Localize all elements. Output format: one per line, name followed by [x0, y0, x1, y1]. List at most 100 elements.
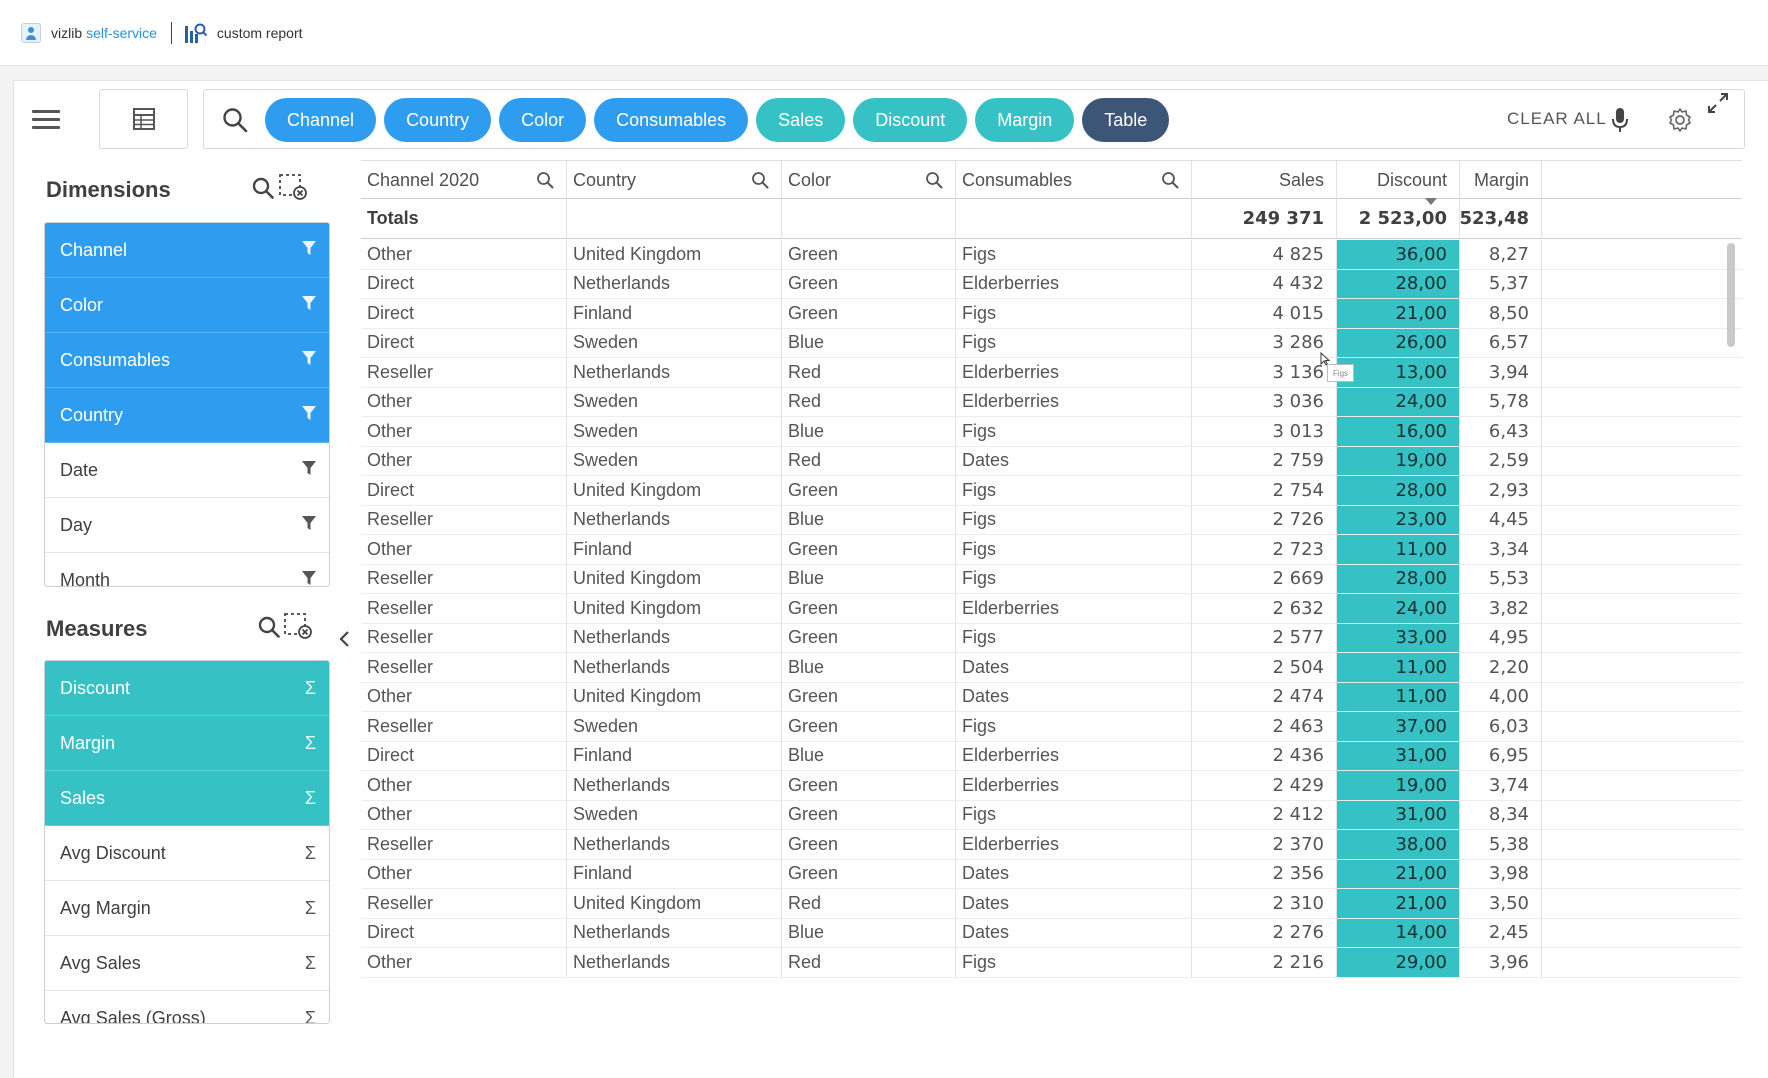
- table-row[interactable]: Other United Kingdom Green Figs 4 825 36,00 8,…: [361, 240, 1742, 270]
- microphone-icon[interactable]: [1611, 107, 1629, 133]
- cell-consumables[interactable]: Dates: [956, 446, 1192, 475]
- cell-channel-2020[interactable]: Direct: [361, 741, 567, 770]
- sigma-icon[interactable]: Σ: [305, 953, 316, 974]
- table-row[interactable]: Direct United Kingdom Green Figs 2 754 28,00 2…: [361, 476, 1742, 506]
- cell-sales[interactable]: 3 136: [1192, 358, 1337, 387]
- cell-consumables[interactable]: Elderberries: [956, 830, 1192, 859]
- cell-consumables[interactable]: Dates: [956, 918, 1192, 947]
- cell-discount[interactable]: 29,00: [1337, 948, 1460, 977]
- cell-channel-2020[interactable]: Other: [361, 682, 567, 711]
- cell-sales[interactable]: 2 504: [1192, 653, 1337, 682]
- cell-channel-2020[interactable]: Reseller: [361, 712, 567, 741]
- chip-channel[interactable]: Channel: [265, 98, 377, 142]
- cell-discount[interactable]: 28,00: [1337, 269, 1460, 298]
- cell-discount[interactable]: 14,00: [1337, 918, 1460, 947]
- table-view-button[interactable]: [99, 89, 188, 149]
- dimensions-item-month[interactable]: Month: [45, 553, 329, 586]
- table-row[interactable]: Reseller Sweden Green Figs 2 463 37,00 6,03: [361, 712, 1742, 742]
- cell-discount[interactable]: 31,00: [1337, 800, 1460, 829]
- table-row[interactable]: Other Netherlands Red Figs 2 216 29,00 3,96: [361, 948, 1742, 978]
- cell-sales[interactable]: 2 429: [1192, 771, 1337, 800]
- cell-sales[interactable]: 2 463: [1192, 712, 1337, 741]
- cell-sales[interactable]: 2 759: [1192, 446, 1337, 475]
- cell-country[interactable]: Netherlands: [567, 918, 782, 947]
- cell-color[interactable]: Green: [782, 830, 956, 859]
- table-row[interactable]: Other Sweden Red Dates 2 759 19,00 2,59: [361, 446, 1742, 476]
- filter-icon[interactable]: [302, 240, 316, 261]
- column-header-margin[interactable]: Margin: [1460, 161, 1542, 199]
- cell-country[interactable]: United Kingdom: [567, 889, 782, 918]
- cell-sales[interactable]: 2 754: [1192, 476, 1337, 505]
- cell-consumables[interactable]: Elderberries: [956, 771, 1192, 800]
- cell-sales[interactable]: 2 723: [1192, 535, 1337, 564]
- cell-country[interactable]: Netherlands: [567, 269, 782, 298]
- search-icon[interactable]: [222, 107, 248, 133]
- cell-sales[interactable]: 2 726: [1192, 505, 1337, 534]
- cell-consumables[interactable]: Elderberries: [956, 358, 1192, 387]
- dimensions-item-day[interactable]: Day: [45, 498, 329, 553]
- measures-item-sales[interactable]: Sales Σ: [45, 771, 329, 826]
- cell-channel-2020[interactable]: Other: [361, 771, 567, 800]
- cell-margin[interactable]: 4,45: [1460, 505, 1542, 534]
- cell-sales[interactable]: 2 436: [1192, 741, 1337, 770]
- cell-consumables[interactable]: Figs: [956, 800, 1192, 829]
- cell-channel-2020[interactable]: Direct: [361, 328, 567, 357]
- cell-consumables[interactable]: Figs: [956, 476, 1192, 505]
- column-header-consumables[interactable]: Consumables: [956, 161, 1192, 199]
- cell-margin[interactable]: 3,98: [1460, 859, 1542, 888]
- cell-sales[interactable]: 3 036: [1192, 387, 1337, 416]
- cell-color[interactable]: Green: [782, 240, 956, 269]
- cell-country[interactable]: Netherlands: [567, 623, 782, 652]
- cell-color[interactable]: Red: [782, 358, 956, 387]
- cell-channel-2020[interactable]: Reseller: [361, 889, 567, 918]
- measures-item-discount[interactable]: Discount Σ: [45, 661, 329, 716]
- dimensions-item-date[interactable]: Date: [45, 443, 329, 498]
- collapse-panel-chevron-icon[interactable]: [337, 630, 353, 648]
- cell-color[interactable]: Green: [782, 269, 956, 298]
- cell-sales[interactable]: 2 669: [1192, 564, 1337, 593]
- cell-consumables[interactable]: Figs: [956, 535, 1192, 564]
- cell-channel-2020[interactable]: Direct: [361, 269, 567, 298]
- measures-item-avg-margin[interactable]: Avg Margin Σ: [45, 881, 329, 936]
- cell-margin[interactable]: 2,59: [1460, 446, 1542, 475]
- cell-country[interactable]: Finland: [567, 859, 782, 888]
- cell-channel-2020[interactable]: Direct: [361, 476, 567, 505]
- cell-margin[interactable]: 2,45: [1460, 918, 1542, 947]
- dimensions-item-country[interactable]: Country: [45, 388, 329, 443]
- cell-color[interactable]: Blue: [782, 741, 956, 770]
- cell-discount[interactable]: 24,00: [1337, 594, 1460, 623]
- table-row[interactable]: Reseller United Kingdom Blue Figs 2 669 28,00…: [361, 564, 1742, 594]
- cell-color[interactable]: Blue: [782, 653, 956, 682]
- cell-margin[interactable]: 6,95: [1460, 741, 1542, 770]
- cell-country[interactable]: Finland: [567, 741, 782, 770]
- table-row[interactable]: Reseller United Kingdom Red Dates 2 310 21,00…: [361, 889, 1742, 919]
- cell-consumables[interactable]: Dates: [956, 682, 1192, 711]
- cell-consumables[interactable]: Elderberries: [956, 269, 1192, 298]
- cell-channel-2020[interactable]: Other: [361, 948, 567, 977]
- cell-margin[interactable]: 5,53: [1460, 564, 1542, 593]
- cell-channel-2020[interactable]: Other: [361, 535, 567, 564]
- menu-icon[interactable]: [32, 110, 60, 130]
- cell-color[interactable]: Blue: [782, 417, 956, 446]
- chip-margin[interactable]: Margin: [975, 98, 1075, 142]
- cell-sales[interactable]: 2 577: [1192, 623, 1337, 652]
- cell-country[interactable]: United Kingdom: [567, 476, 782, 505]
- column-search-icon[interactable]: [751, 171, 769, 189]
- cell-country[interactable]: Sweden: [567, 712, 782, 741]
- cell-margin[interactable]: 8,34: [1460, 800, 1542, 829]
- cell-channel-2020[interactable]: Reseller: [361, 505, 567, 534]
- sigma-icon[interactable]: Σ: [305, 788, 316, 809]
- cell-margin[interactable]: 3,94: [1460, 358, 1542, 387]
- cell-margin[interactable]: 6,03: [1460, 712, 1542, 741]
- cell-country[interactable]: Netherlands: [567, 653, 782, 682]
- cell-channel-2020[interactable]: Direct: [361, 918, 567, 947]
- cell-sales[interactable]: 4 015: [1192, 299, 1337, 328]
- chip-color[interactable]: Color: [499, 98, 587, 142]
- cell-channel-2020[interactable]: Reseller: [361, 358, 567, 387]
- cell-sales[interactable]: 2 276: [1192, 918, 1337, 947]
- cell-color[interactable]: Green: [782, 535, 956, 564]
- cell-channel-2020[interactable]: Other: [361, 387, 567, 416]
- filter-icon[interactable]: [302, 405, 316, 426]
- table-row[interactable]: Other United Kingdom Green Dates 2 474 11,00 4…: [361, 682, 1742, 712]
- chip-sales[interactable]: Sales: [756, 98, 846, 142]
